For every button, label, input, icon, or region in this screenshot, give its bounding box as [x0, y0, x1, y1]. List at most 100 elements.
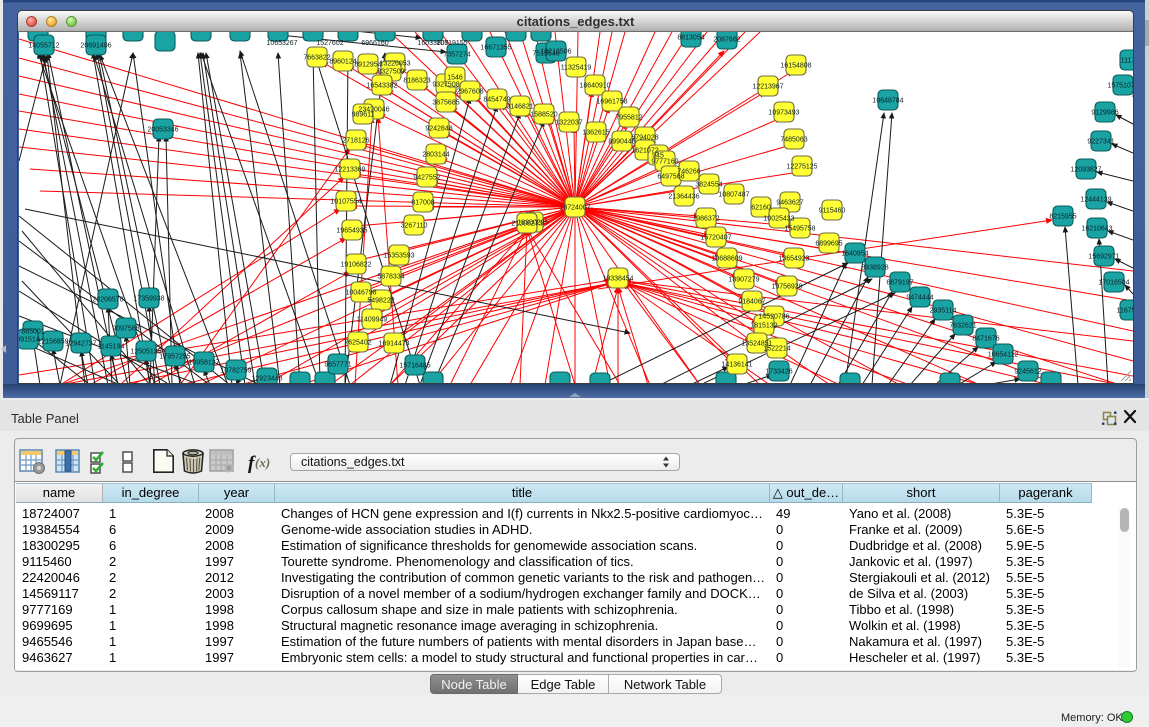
svg-text:2718126: 2718126	[342, 138, 369, 145]
svg-text:19654935: 19654935	[336, 228, 367, 235]
svg-text:3267110: 3267110	[401, 223, 428, 230]
svg-text:8186323: 8186323	[403, 78, 430, 85]
svg-text:15716485: 15716485	[399, 363, 430, 370]
svg-text:10782759: 10782759	[220, 368, 251, 375]
svg-text:9327509: 9327509	[377, 69, 404, 76]
svg-text:9227341: 9227341	[1087, 139, 1114, 146]
svg-text:15495758: 15495758	[784, 226, 815, 233]
svg-text:12942737: 12942737	[65, 341, 96, 348]
svg-text:16210643: 16210643	[1081, 226, 1112, 233]
svg-text:5498222: 5498222	[367, 298, 394, 305]
svg-text:18724007: 18724007	[559, 205, 590, 212]
svg-text:9242848: 9242848	[425, 126, 452, 133]
svg-text:9129986: 9129986	[1091, 110, 1118, 117]
svg-text:10025433: 10025433	[763, 216, 794, 223]
svg-text:10973493: 10973493	[768, 110, 799, 117]
svg-text:989611: 989611	[352, 112, 375, 119]
svg-text:16961758: 16961758	[596, 99, 627, 106]
svg-text:16671355: 16671355	[480, 45, 511, 52]
svg-text:18907279: 18907279	[728, 277, 759, 284]
svg-text:21364436: 21364436	[668, 194, 699, 201]
svg-text:8912954: 8912954	[354, 62, 381, 69]
svg-text:15692971: 15692971	[1088, 254, 1119, 261]
svg-text:5878334: 5878334	[377, 274, 404, 281]
svg-text:10046798: 10046798	[345, 290, 376, 297]
svg-text:8938928: 8938928	[861, 265, 888, 272]
svg-text:16914473: 16914473	[378, 341, 409, 348]
svg-text:8960124: 8960124	[329, 59, 356, 66]
svg-text:11172: 11172	[1121, 58, 1134, 65]
svg-text:17359938: 17359938	[133, 296, 164, 303]
svg-text:6794028: 6794028	[631, 135, 658, 142]
svg-text:10648784: 10648784	[872, 98, 903, 105]
svg-text:7485063: 7485063	[780, 137, 807, 144]
svg-text:13226053: 13226053	[379, 61, 410, 68]
svg-text:7632621: 7632621	[949, 323, 976, 330]
svg-text:10958127: 10958127	[188, 360, 219, 367]
svg-text:15751074: 15751074	[1107, 83, 1134, 90]
svg-text:9327508: 9327508	[432, 82, 459, 89]
svg-text:8813054: 8813054	[677, 35, 704, 42]
svg-text:885001: 885001	[21, 329, 44, 336]
svg-text:12213369: 12213369	[334, 167, 365, 174]
svg-text:15353593: 15353593	[383, 253, 414, 260]
svg-text:16543382: 16543382	[366, 83, 397, 90]
svg-text:12093827: 12093827	[1070, 167, 1101, 174]
svg-text:7663822: 7663822	[303, 55, 330, 62]
svg-text:1527602: 1527602	[316, 40, 343, 47]
svg-text:19106822: 19106822	[340, 262, 371, 269]
svg-text:3824554: 3824554	[695, 182, 722, 189]
svg-text:14055712: 14055712	[28, 43, 59, 50]
svg-text:16033809: 16033809	[417, 40, 448, 47]
svg-text:10107554: 10107554	[330, 199, 361, 206]
svg-text:1640954: 1640954	[841, 251, 868, 258]
svg-text:19756928: 19756928	[771, 284, 802, 291]
svg-text:8215955: 8215955	[1049, 214, 1076, 221]
svg-text:9657771: 9657771	[324, 362, 351, 369]
svg-text:62160: 62160	[751, 205, 771, 212]
svg-text:11325419: 11325419	[561, 65, 592, 72]
svg-text:7986372: 7986372	[692, 216, 719, 223]
svg-text:2935114: 2935114	[930, 308, 957, 315]
svg-text:1167533: 1167533	[1117, 308, 1134, 315]
svg-text:20053346: 20053346	[147, 127, 178, 134]
svg-text:6879197: 6879197	[886, 280, 913, 287]
svg-text:9777169: 9777169	[651, 159, 678, 166]
svg-text:14520786: 14520786	[758, 314, 789, 321]
svg-text:10807487: 10807487	[718, 192, 749, 199]
svg-text:7625402: 7625402	[344, 340, 371, 347]
svg-text:9184067: 9184067	[738, 299, 765, 306]
svg-text:20206570: 20206570	[92, 297, 123, 304]
svg-text:6966160: 6966160	[361, 40, 388, 47]
svg-text:12923448: 12923448	[251, 376, 282, 383]
svg-text:9427552: 9427552	[413, 175, 440, 182]
svg-text:14136141: 14136141	[721, 362, 752, 369]
svg-text:10688609: 10688609	[711, 256, 742, 263]
svg-text:7357274: 7357274	[443, 52, 470, 59]
svg-text:12213967: 12213967	[752, 84, 783, 91]
svg-text:1815132: 1815132	[750, 323, 777, 330]
svg-text:7955812: 7955812	[615, 115, 642, 122]
svg-text:9146821: 9146821	[506, 104, 533, 111]
svg-text:1733426: 1733426	[765, 369, 792, 376]
svg-text:10654112: 10654112	[988, 352, 1019, 359]
svg-text:1362615: 1362615	[582, 130, 609, 137]
svg-text:9097588: 9097588	[112, 326, 139, 333]
svg-text:12275125: 12275125	[786, 164, 817, 171]
svg-text:12156859: 12156859	[37, 339, 68, 346]
svg-text:11409949: 11409949	[357, 317, 388, 324]
svg-text:8471676: 8471676	[972, 336, 999, 343]
svg-text:3875685: 3875685	[432, 100, 459, 107]
svg-text:8454749: 8454749	[483, 97, 510, 104]
svg-text:17957255: 17957255	[159, 354, 190, 361]
svg-text:19338454: 19338454	[602, 276, 633, 283]
svg-text:19218506: 19218506	[540, 49, 571, 56]
svg-text:16154808: 16154808	[780, 63, 811, 70]
svg-text:9463627: 9463627	[776, 200, 803, 207]
svg-text:9474444: 9474444	[906, 295, 933, 302]
svg-text:1522214: 1522214	[763, 346, 790, 353]
svg-text:12444139: 12444139	[1080, 197, 1111, 204]
svg-text:6899695: 6899695	[815, 241, 842, 248]
svg-text:12505135: 12505135	[130, 349, 161, 356]
svg-text:1588520: 1588520	[530, 112, 557, 119]
